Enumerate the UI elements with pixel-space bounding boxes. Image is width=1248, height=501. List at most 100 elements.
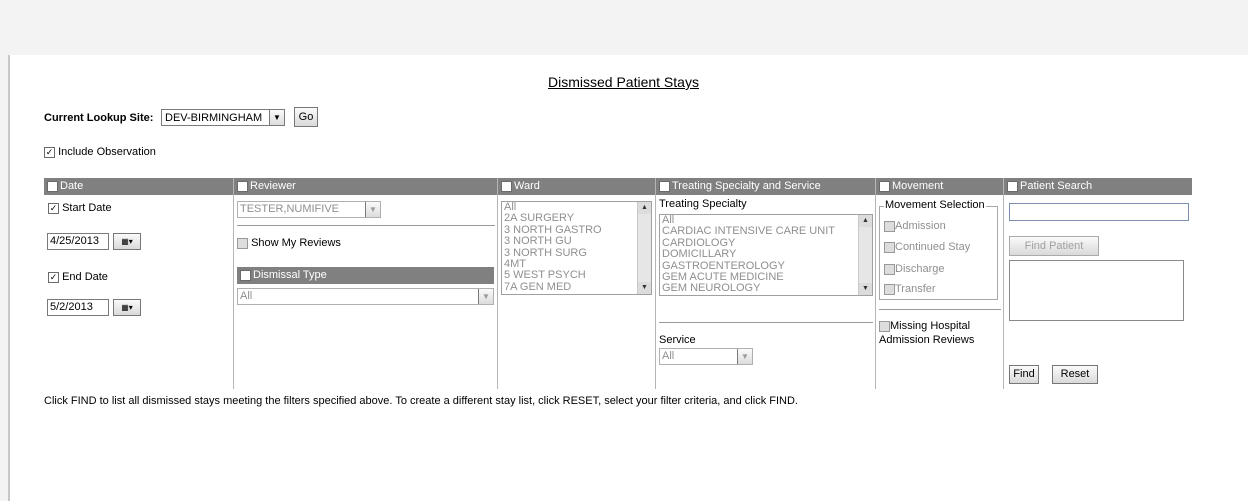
service-select[interactable]: All ▼ xyxy=(659,348,753,365)
reviewer-selected: TESTER,NUMIFIVE xyxy=(240,203,340,215)
missing-hospital-label-2: Admission Reviews xyxy=(879,334,975,346)
divider xyxy=(659,322,873,323)
go-button[interactable]: Go xyxy=(294,107,318,127)
admission-label: Admission xyxy=(895,220,946,232)
specialty-list[interactable]: All CARDIAC INTENSIVE CARE UNIT CARDIOLO… xyxy=(659,214,873,296)
include-observation-label: Include Observation xyxy=(58,146,156,158)
list-item[interactable]: GEM NEUROLOGY xyxy=(662,283,872,295)
patient-search-header: Patient Search xyxy=(1004,178,1192,195)
continued-stay-checkbox[interactable] xyxy=(884,241,895,253)
chevron-down-icon[interactable]: ▼ xyxy=(737,349,752,364)
include-observation: Include Observation xyxy=(44,146,156,158)
admission-option: Admission xyxy=(884,220,946,232)
movement-checkbox[interactable] xyxy=(879,180,890,192)
scroll-up-icon[interactable]: ▲ xyxy=(638,202,651,214)
start-date-label: Start Date xyxy=(62,202,112,214)
reviewer-header: Reviewer xyxy=(234,178,497,195)
reviewer-panel: Reviewer TESTER,NUMIFIVE ▼ Show My Revie… xyxy=(234,178,498,389)
ward-header: Ward xyxy=(498,178,655,195)
movement-panel: Movement Movement Selection Admission Co… xyxy=(876,178,1004,389)
discharge-checkbox[interactable] xyxy=(884,263,895,275)
specialty-header-label: Treating Specialty and Service xyxy=(672,180,821,192)
list-item[interactable]: DOMICILLARY xyxy=(662,248,872,260)
ward-checkbox[interactable] xyxy=(501,180,512,192)
service-selected: All xyxy=(662,350,675,362)
ward-scrollbar[interactable]: ▲ ▼ xyxy=(637,202,651,294)
treating-specialty-label: Treating Specialty xyxy=(659,198,747,210)
dismissal-type-label: Dismissal Type xyxy=(253,269,327,281)
calendar-icon: ▦▾ xyxy=(121,303,133,312)
ward-header-label: Ward xyxy=(514,180,540,192)
date-header: Date xyxy=(44,178,233,195)
continued-stay-label: Continued Stay xyxy=(895,241,971,253)
admission-checkbox[interactable] xyxy=(884,220,895,232)
divider xyxy=(237,225,495,226)
patient-results-list[interactable] xyxy=(1009,260,1184,321)
find-button[interactable]: Find xyxy=(1009,365,1039,384)
specialty-header: Treating Specialty and Service xyxy=(656,178,875,195)
chevron-down-icon[interactable]: ▼ xyxy=(365,202,380,217)
ward-list[interactable]: All 2A SURGERY 3 NORTH GASTRO 3 NORTH GU… xyxy=(501,201,652,295)
dismissal-type-header: Dismissal Type xyxy=(237,267,494,284)
list-item[interactable]: 3 NORTH GU xyxy=(504,235,651,247)
continued-stay-option: Continued Stay xyxy=(884,241,970,253)
specialty-checkbox[interactable] xyxy=(659,180,670,192)
dismissal-type-select[interactable]: All ▼ xyxy=(237,288,494,305)
movement-header-label: Movement xyxy=(892,180,944,192)
scroll-down-icon[interactable]: ▼ xyxy=(638,282,651,294)
missing-hospital-checkbox[interactable] xyxy=(879,320,890,332)
end-date-row: End Date xyxy=(48,271,108,283)
service-label: Service xyxy=(659,334,696,346)
show-my-reviews-row: Show My Reviews xyxy=(237,237,341,249)
ward-panel: Ward All 2A SURGERY 3 NORTH GASTRO 3 NOR… xyxy=(498,178,656,389)
missing-hospital-label-1: Missing Hospital xyxy=(890,320,971,332)
patient-search-panel: Patient Search Find Patient Find Reset xyxy=(1004,178,1192,389)
start-date-input[interactable]: 4/25/2013 xyxy=(47,233,109,250)
transfer-option: Transfer xyxy=(884,283,936,295)
calendar-icon: ▦▾ xyxy=(121,237,133,246)
lookup-site-value: DEV-BIRMINGHAM xyxy=(165,112,263,124)
specialty-panel: Treating Specialty and Service Treating … xyxy=(656,178,876,389)
scroll-up-icon[interactable]: ▲ xyxy=(859,215,872,227)
start-date-row: Start Date xyxy=(48,202,112,214)
reviewer-checkbox[interactable] xyxy=(237,180,248,192)
transfer-checkbox[interactable] xyxy=(884,283,895,295)
reset-button[interactable]: Reset xyxy=(1052,365,1098,384)
start-date-calendar-button[interactable]: ▦▾ xyxy=(113,233,141,250)
lookup-site-label: Current Lookup Site: xyxy=(44,112,154,124)
chevron-down-icon[interactable]: ▼ xyxy=(478,289,493,304)
missing-hospital-admission: Missing Hospital Admission Reviews xyxy=(879,319,974,347)
scroll-down-icon[interactable]: ▼ xyxy=(859,283,872,295)
lookup-site-select[interactable]: DEV-BIRMINGHAM ▼ xyxy=(161,109,285,126)
reviewer-header-label: Reviewer xyxy=(250,180,296,192)
show-my-reviews-label: Show My Reviews xyxy=(251,237,341,249)
chevron-down-icon[interactable]: ▼ xyxy=(269,110,284,125)
end-date-label: End Date xyxy=(62,271,108,283)
end-date-checkbox[interactable] xyxy=(48,271,59,283)
instructions-text: Click FIND to list all dismissed stays m… xyxy=(44,395,798,407)
list-item[interactable]: 7A GEN MED xyxy=(504,281,651,293)
list-item[interactable]: 3 NORTH SURG xyxy=(504,247,651,259)
reviewer-select[interactable]: TESTER,NUMIFIVE ▼ xyxy=(237,201,381,218)
show-my-reviews-checkbox[interactable] xyxy=(237,237,248,249)
end-date-input[interactable]: 5/2/2013 xyxy=(47,299,109,316)
date-checkbox[interactable] xyxy=(47,180,58,192)
patient-search-input[interactable] xyxy=(1009,203,1189,221)
end-date-calendar-button[interactable]: ▦▾ xyxy=(113,299,141,316)
patient-search-checkbox[interactable] xyxy=(1007,180,1018,192)
include-observation-checkbox[interactable] xyxy=(44,146,55,158)
dismissal-type-checkbox[interactable] xyxy=(240,269,251,281)
discharge-label: Discharge xyxy=(895,263,945,275)
start-date-checkbox[interactable] xyxy=(48,202,59,214)
divider xyxy=(879,309,1001,310)
specialty-scrollbar[interactable]: ▲ ▼ xyxy=(858,215,872,295)
movement-header: Movement xyxy=(876,178,1003,195)
patient-search-header-label: Patient Search xyxy=(1020,180,1093,192)
dismissal-type-selected: All xyxy=(240,290,253,302)
discharge-option: Discharge xyxy=(884,263,945,275)
transfer-label: Transfer xyxy=(895,283,936,295)
date-panel: Date Start Date 4/25/2013 ▦▾ End Date 5/… xyxy=(44,178,234,389)
find-patient-button[interactable]: Find Patient xyxy=(1009,236,1099,256)
date-header-label: Date xyxy=(60,180,84,192)
movement-selection-label: Movement Selection xyxy=(884,199,986,211)
